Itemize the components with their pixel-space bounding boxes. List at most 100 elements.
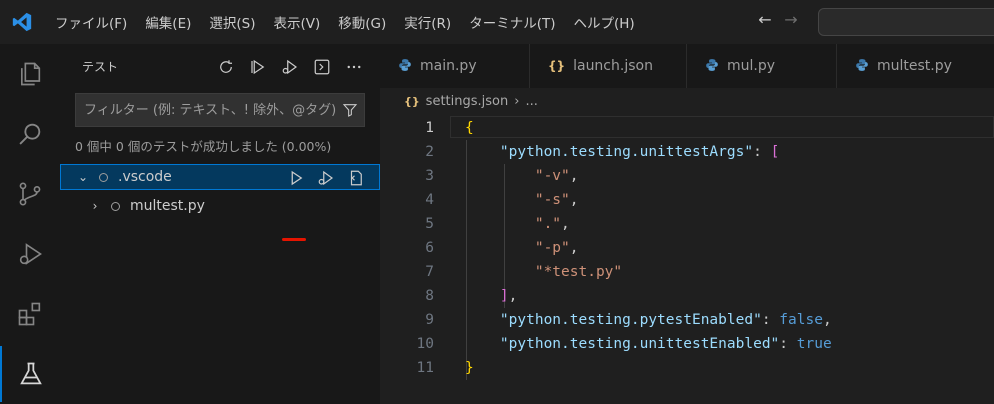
tree-item-label: .vscode <box>118 169 172 185</box>
code-line: 6 "-p", <box>380 236 994 260</box>
back-arrow-icon[interactable]: ← <box>756 10 774 29</box>
vscode-logo-icon <box>0 0 44 44</box>
sidebar-header: テスト <box>60 44 380 88</box>
code-text: ], <box>499 288 518 304</box>
python-icon <box>705 58 719 75</box>
code-line: 8 ], <box>380 284 994 308</box>
menu-view[interactable]: 表示(V) <box>265 12 330 32</box>
tab-main-py[interactable]: main.py <box>380 44 530 88</box>
line-number: 4 <box>425 192 434 208</box>
code-text: { <box>465 120 474 136</box>
code-text: "python.testing.unittestEnabled": true <box>499 336 832 352</box>
run-test-icon[interactable] <box>283 167 309 189</box>
explorer-icon[interactable] <box>0 46 60 102</box>
code-text: "-s", <box>534 192 579 208</box>
code-text: } <box>465 360 474 376</box>
tab-label: launch.json <box>573 58 653 74</box>
code-editor[interactable]: 1{2 "python.testing.unittestArgs": [3 "-… <box>380 116 994 380</box>
debug-test-icon[interactable] <box>313 167 339 189</box>
line-number: 7 <box>425 264 434 280</box>
line-number: 8 <box>425 288 434 304</box>
filter-funnel-icon[interactable] <box>342 102 358 122</box>
sidebar-title: テスト <box>82 60 119 74</box>
line-number: 1 <box>425 120 434 136</box>
menu-run[interactable]: 実行(R) <box>395 12 460 32</box>
chevron-right-icon[interactable]: › <box>87 199 103 213</box>
menu-bar: ファイル(F) 編集(E) 選択(S) 表示(V) 移動(G) 実行(R) ター… <box>46 0 644 44</box>
test-status-circle-icon <box>99 172 108 182</box>
forward-arrow-icon[interactable]: → <box>782 10 800 29</box>
testing-flask-icon[interactable] <box>0 346 60 402</box>
code-line: 9 "python.testing.pytestEnabled": false, <box>380 308 994 332</box>
breadcrumb: {} settings.json › ... <box>404 94 538 109</box>
code-line: 7 "*test.py" <box>380 260 994 284</box>
search-icon[interactable] <box>0 106 60 162</box>
tree-row-actions <box>283 167 369 189</box>
test-filter-input[interactable] <box>76 101 341 119</box>
tab-launch-json[interactable]: {} launch.json <box>530 44 687 88</box>
menu-terminal[interactable]: ターミナル(T) <box>460 12 564 32</box>
code-text: "-p", <box>534 240 579 256</box>
json-icon: {} <box>404 95 420 108</box>
run-all-tests-icon[interactable] <box>242 56 274 78</box>
tab-mul-py[interactable]: mul.py <box>687 44 837 88</box>
test-filter-field[interactable] <box>75 93 365 127</box>
json-icon: {} <box>548 59 566 73</box>
code-text: "-v", <box>534 168 579 184</box>
run-debug-icon[interactable] <box>0 226 60 282</box>
code-line: 2 "python.testing.unittestArgs": [ <box>380 140 994 164</box>
code-text: ".", <box>534 216 570 232</box>
tab-label: multest.py <box>877 58 952 74</box>
editor-tabs: main.py {} launch.json mul.py multest.py <box>380 44 994 88</box>
tab-label: mul.py <box>727 58 776 74</box>
tab-label: main.py <box>420 58 477 74</box>
command-center-search[interactable] <box>818 8 994 36</box>
code-text: "*test.py" <box>534 264 623 280</box>
code-line: 3 "-v", <box>380 164 994 188</box>
sidebar-actions <box>210 56 370 78</box>
test-status-circle-icon <box>111 201 120 211</box>
code-line: 1{ <box>380 116 994 140</box>
code-line: 11} <box>380 356 994 380</box>
go-to-test-icon[interactable] <box>343 167 369 189</box>
code-line: 4 "-s", <box>380 188 994 212</box>
more-actions-icon[interactable] <box>338 56 370 78</box>
testing-sidebar: テスト 0 個中 0 個のテストが成功しました (0.00%) <box>60 44 380 404</box>
code-text: "python.testing.unittestArgs": [ <box>499 144 780 160</box>
activity-bar <box>0 44 60 404</box>
menu-selection[interactable]: 選択(S) <box>200 12 264 32</box>
line-number: 3 <box>425 168 434 184</box>
tree-item-label: multest.py <box>130 198 205 214</box>
refresh-tests-icon[interactable] <box>210 56 242 78</box>
title-bar: ファイル(F) 編集(E) 選択(S) 表示(V) 移動(G) 実行(R) ター… <box>0 0 994 44</box>
line-number: 6 <box>425 240 434 256</box>
tab-multest-py[interactable]: multest.py <box>837 44 994 88</box>
chevron-down-icon[interactable]: ⌄ <box>75 170 91 184</box>
line-number: 9 <box>425 312 434 328</box>
line-number: 10 <box>416 336 434 352</box>
menu-go[interactable]: 移動(G) <box>329 12 395 32</box>
tree-item-vscode[interactable]: ⌄ .vscode <box>60 164 380 190</box>
debug-all-tests-icon[interactable] <box>274 56 306 78</box>
breadcrumb-separator: › <box>514 94 520 109</box>
code-text: "python.testing.pytestEnabled": false, <box>499 312 832 328</box>
menu-file[interactable]: ファイル(F) <box>46 12 136 32</box>
extensions-icon[interactable] <box>0 286 60 342</box>
breadcrumb-rest[interactable]: ... <box>525 94 537 109</box>
line-number: 5 <box>425 216 434 232</box>
menu-edit[interactable]: 編集(E) <box>136 12 200 32</box>
python-icon <box>855 58 869 75</box>
breadcrumb-file[interactable]: settings.json <box>426 94 509 109</box>
line-number: 11 <box>416 360 434 376</box>
editor-area: main.py {} launch.json mul.py multest.py… <box>380 44 994 404</box>
tree-item-multest[interactable]: › multest.py <box>60 193 380 219</box>
navigation-arrows: ← → <box>756 10 800 29</box>
code-line: 10 "python.testing.unittestEnabled": tru… <box>380 332 994 356</box>
line-number: 2 <box>425 144 434 160</box>
annotation-underline <box>282 238 306 241</box>
code-line: 5 ".", <box>380 212 994 236</box>
menu-help[interactable]: ヘルプ(H) <box>564 12 643 32</box>
show-output-icon[interactable] <box>306 56 338 78</box>
test-summary: 0 個中 0 個のテストが成功しました (0.00%) <box>75 139 332 154</box>
source-control-icon[interactable] <box>0 166 60 222</box>
